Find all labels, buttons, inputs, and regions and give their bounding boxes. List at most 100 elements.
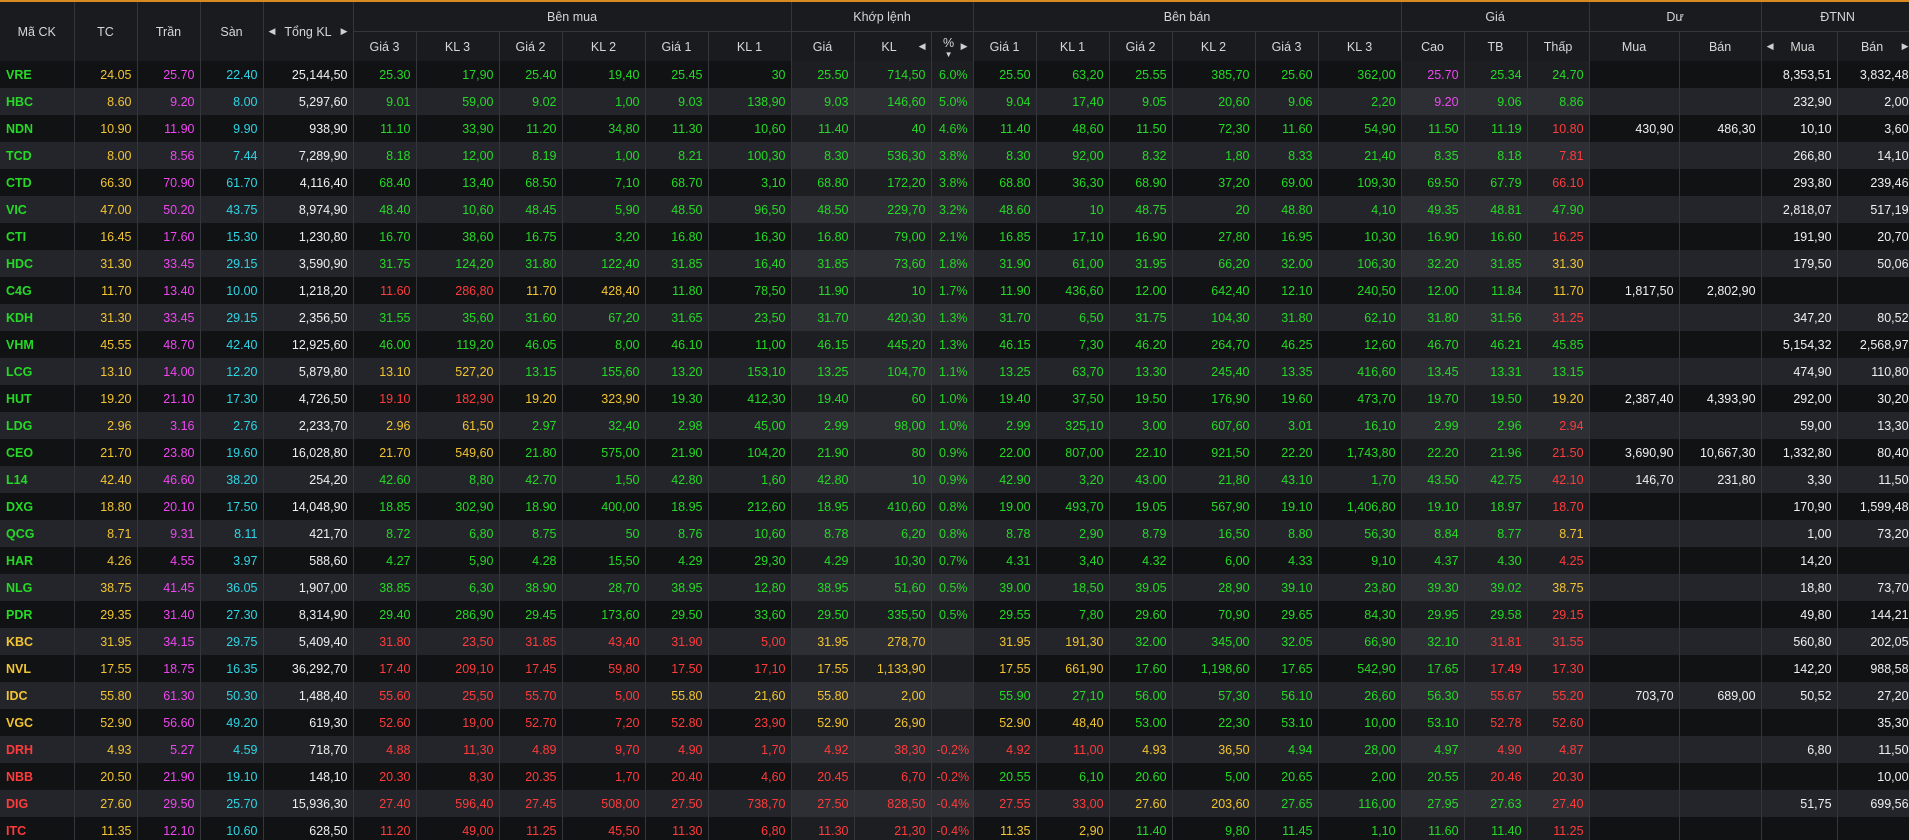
- col-header-buy-price2[interactable]: Giá 2: [499, 31, 563, 61]
- stock-symbol[interactable]: QCG: [0, 520, 75, 547]
- col-header-low[interactable]: Thấp: [1527, 31, 1590, 61]
- stock-symbol[interactable]: NLG: [0, 574, 75, 601]
- stock-symbol[interactable]: LDG: [0, 412, 75, 439]
- col-header-sell-vol2[interactable]: KL 2: [1172, 31, 1256, 61]
- toggle-left-icon[interactable]: ◀: [919, 41, 926, 52]
- stock-symbol[interactable]: HBC: [0, 88, 75, 115]
- table-row[interactable]: NVL 17.55 18.75 16.35 36,292,70 17.40 209,10 17…: [0, 655, 1909, 682]
- scroll-right-icon[interactable]: ▶: [341, 26, 348, 37]
- col-header-remaining-buy[interactable]: Mua: [1589, 31, 1680, 61]
- table-row[interactable]: NBB 20.50 21.90 19.10 148,10 20.30 8,30 20.35 1,…: [0, 763, 1909, 790]
- stock-symbol[interactable]: DXG: [0, 493, 75, 520]
- sell-vol-2: 70,90: [1172, 601, 1256, 628]
- stock-symbol[interactable]: NDN: [0, 115, 75, 142]
- toggle-right-icon[interactable]: ▶: [961, 41, 968, 52]
- stock-symbol[interactable]: TCD: [0, 142, 75, 169]
- table-row[interactable]: IDC 55.80 61.30 50.30 1,488,40 55.60 25,50 55.7…: [0, 682, 1909, 709]
- col-header-sell-price3[interactable]: Giá 3: [1255, 31, 1319, 61]
- stock-symbol[interactable]: CTI: [0, 223, 75, 250]
- stock-symbol[interactable]: HDC: [0, 250, 75, 277]
- stock-symbol[interactable]: CEO: [0, 439, 75, 466]
- high-price: 22.20: [1401, 439, 1465, 466]
- table-row[interactable]: PDR 29.35 31.40 27.30 8,314,90 29.40 286,90 29.…: [0, 601, 1909, 628]
- foreign-left-icon[interactable]: ◀: [1767, 41, 1774, 52]
- col-header-sell-vol3[interactable]: KL 3: [1318, 31, 1402, 61]
- col-header-high[interactable]: Cao: [1401, 31, 1465, 61]
- table-row[interactable]: VHM 45.55 48.70 42.40 12,925,60 46.00 119,20 46…: [0, 331, 1909, 358]
- table-row[interactable]: QCG 8.71 9.31 8.11 421,70 8.72 6,80 8.75 50 8.76 1…: [0, 520, 1909, 547]
- table-row[interactable]: C4G 11.70 13.40 10.00 1,218,20 11.60 286,80 11.…: [0, 277, 1909, 304]
- table-row[interactable]: DXG 18.80 20.10 17.50 14,048,90 18.85 302,90 18…: [0, 493, 1909, 520]
- col-header-remaining-sell[interactable]: Bán: [1679, 31, 1762, 61]
- col-header-buy-vol1[interactable]: KL 1: [708, 31, 792, 61]
- sort-desc-icon[interactable]: ▼: [937, 50, 961, 58]
- col-header-foreign-buy[interactable]: ◀ Mua: [1761, 31, 1838, 61]
- table-row[interactable]: LDG 2.96 3.16 2.76 2,233,70 2.96 61,50 2.97 32,4…: [0, 412, 1909, 439]
- table-row[interactable]: HDC 31.30 33.45 29.15 3,590,90 31.75 124,20 31.…: [0, 250, 1909, 277]
- table-row[interactable]: KBC 31.95 34.15 29.75 5,409,40 31.80 23,50 31.8…: [0, 628, 1909, 655]
- col-header-sell-vol1[interactable]: KL 1: [1036, 31, 1110, 61]
- col-header-tc[interactable]: TC: [74, 2, 138, 61]
- stock-symbol[interactable]: DRH: [0, 736, 75, 763]
- avg-price: 31.56: [1464, 304, 1528, 331]
- stock-symbol[interactable]: IDC: [0, 682, 75, 709]
- stock-symbol[interactable]: HUT: [0, 385, 75, 412]
- table-row[interactable]: TCD 8.00 8.56 7.44 7,289,90 8.18 12,00 8.19 1,00…: [0, 142, 1909, 169]
- col-header-match-price[interactable]: Giá: [791, 31, 855, 61]
- table-row[interactable]: L14 42.40 46.60 38.20 254,20 42.60 8,80 42.70 1,…: [0, 466, 1909, 493]
- col-header-total-volume[interactable]: ◀ Tổng KL ▶: [263, 2, 354, 61]
- col-header-match-percent[interactable]: % ▼ ▶: [931, 31, 974, 61]
- col-header-sell-price1[interactable]: Giá 1: [973, 31, 1037, 61]
- col-header-avg[interactable]: TB: [1464, 31, 1528, 61]
- col-header-buy-vol3[interactable]: KL 3: [416, 31, 500, 61]
- scroll-left-icon[interactable]: ◀: [269, 26, 276, 37]
- col-header-tran[interactable]: Trần: [137, 2, 201, 61]
- table-row[interactable]: VGC 52.90 56.60 49.20 619,30 52.60 19,00 52.70 7…: [0, 709, 1909, 736]
- stock-symbol[interactable]: VHM: [0, 331, 75, 358]
- stock-symbol[interactable]: L14: [0, 466, 75, 493]
- col-header-buy-price3[interactable]: Giá 3: [353, 31, 417, 61]
- col-header-sell-price2[interactable]: Giá 2: [1109, 31, 1173, 61]
- table-row[interactable]: DIG 27.60 29.50 25.70 15,936,30 27.40 596,40 27…: [0, 790, 1909, 817]
- col-header-symbol[interactable]: Mã CK: [0, 2, 75, 61]
- buy-price-2: 9.02: [499, 88, 563, 115]
- table-row[interactable]: DRH 4.93 5.27 4.59 718,70 4.88 11,30 4.89 9,70 4.…: [0, 736, 1909, 763]
- foreign-sell: 80,52: [1837, 304, 1909, 331]
- sell-vol-2: 57,30: [1172, 682, 1256, 709]
- foreign-right-icon[interactable]: ▶: [1902, 41, 1909, 52]
- table-row[interactable]: NDN 10.90 11.90 9.90 938,90 11.10 33,90 11.20 34…: [0, 115, 1909, 142]
- table-row[interactable]: HAR 4.26 4.55 3.97 588,60 4.27 5,90 4.28 15,50 4.…: [0, 547, 1909, 574]
- stock-symbol[interactable]: VRE: [0, 61, 75, 88]
- stock-symbol[interactable]: KDH: [0, 304, 75, 331]
- total-volume: 36,292,70: [263, 655, 354, 682]
- table-row[interactable]: VIC 47.00 50.20 43.75 8,974,90 48.40 10,60 48.4…: [0, 196, 1909, 223]
- stock-symbol[interactable]: CTD: [0, 169, 75, 196]
- col-header-match-volume[interactable]: KL ◀: [854, 31, 932, 61]
- stock-symbol[interactable]: ITC: [0, 817, 75, 840]
- stock-symbol[interactable]: HAR: [0, 547, 75, 574]
- stock-symbol[interactable]: KBC: [0, 628, 75, 655]
- table-row[interactable]: CTD 66.30 70.90 61.70 4,116,40 68.40 13,40 68.5…: [0, 169, 1909, 196]
- stock-symbol[interactable]: C4G: [0, 277, 75, 304]
- stock-symbol[interactable]: VIC: [0, 196, 75, 223]
- stock-symbol[interactable]: NBB: [0, 763, 75, 790]
- col-header-san[interactable]: Sàn: [200, 2, 264, 61]
- stock-symbol[interactable]: DIG: [0, 790, 75, 817]
- table-row[interactable]: VRE 24.05 25.70 22.40 25,144,50 25.30 17,90 25.…: [0, 61, 1909, 88]
- stock-symbol[interactable]: NVL: [0, 655, 75, 682]
- table-row[interactable]: NLG 38.75 41.45 36.05 1,907,00 38.85 6,30 38.90…: [0, 574, 1909, 601]
- stock-symbol[interactable]: VGC: [0, 709, 75, 736]
- table-row[interactable]: HBC 8.60 9.20 8.00 5,297,60 9.01 59,00 9.02 1,00…: [0, 88, 1909, 115]
- table-row[interactable]: ITC 11.35 12.10 10.60 628,50 11.20 49,00 11.25 4…: [0, 817, 1909, 840]
- stock-symbol[interactable]: PDR: [0, 601, 75, 628]
- table-row[interactable]: CEO 21.70 23.80 19.60 16,028,80 21.70 549,60 21…: [0, 439, 1909, 466]
- low-price: 27.40: [1527, 790, 1590, 817]
- table-row[interactable]: CTI 16.45 17.60 15.30 1,230,80 16.70 38,60 16.7…: [0, 223, 1909, 250]
- stock-symbol[interactable]: LCG: [0, 358, 75, 385]
- col-header-foreign-sell[interactable]: Bán ▶: [1837, 31, 1909, 61]
- table-row[interactable]: HUT 19.20 21.10 17.30 4,726,50 19.10 182,90 19.…: [0, 385, 1909, 412]
- col-header-buy-price1[interactable]: Giá 1: [645, 31, 709, 61]
- col-header-buy-vol2[interactable]: KL 2: [562, 31, 646, 61]
- table-row[interactable]: KDH 31.30 33.45 29.15 2,356,50 31.55 35,60 31.6…: [0, 304, 1909, 331]
- table-row[interactable]: LCG 13.10 14.00 12.20 5,879,80 13.10 527,20 13.…: [0, 358, 1909, 385]
